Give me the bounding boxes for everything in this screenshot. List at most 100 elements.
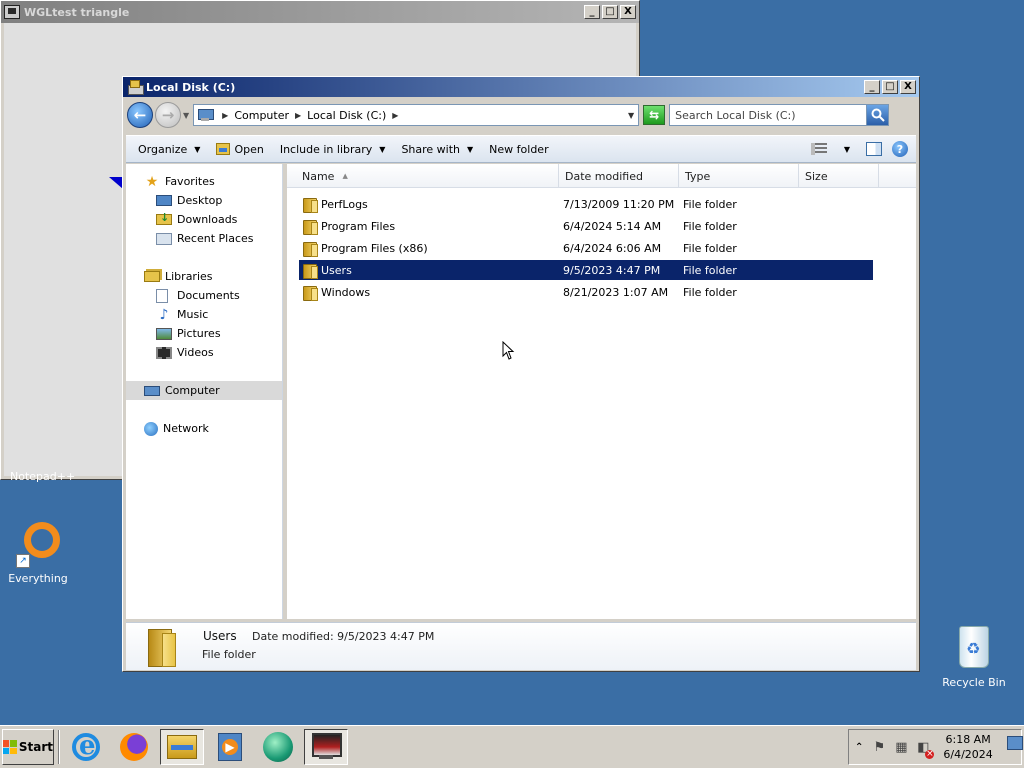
folder-icon: [303, 284, 318, 301]
sidebar-item-network[interactable]: Network: [126, 419, 282, 438]
open-label: Open: [234, 142, 264, 156]
open-button[interactable]: Open: [216, 142, 264, 156]
mouse-cursor-icon: [502, 341, 515, 360]
include-in-library-menu[interactable]: Include in library ▼: [280, 143, 386, 156]
breadcrumb-local-disk[interactable]: Local Disk (C:): [307, 109, 386, 122]
sidebar-item-computer[interactable]: Computer: [126, 381, 282, 400]
close-button[interactable]: X: [900, 80, 916, 94]
internet-explorer-icon: [72, 731, 100, 761]
breadcrumb-separator-icon[interactable]: ▶: [295, 111, 301, 120]
globe-app-icon: [263, 732, 293, 762]
sidebar-item-label: Favorites: [165, 175, 215, 188]
maximize-button[interactable]: □: [882, 80, 898, 94]
media-player-icon: [218, 733, 242, 761]
sidebar-item-desktop[interactable]: Desktop: [126, 191, 282, 210]
taskbar-globe-app[interactable]: [256, 729, 300, 765]
computer-icon: [144, 385, 160, 396]
sort-ascending-icon: ▲: [342, 172, 348, 180]
taskbar-media-player[interactable]: [208, 729, 252, 765]
column-header-type[interactable]: Type: [679, 164, 799, 188]
taskbar-windows-explorer[interactable]: [160, 729, 204, 765]
wgltest-title: WGLtest triangle: [24, 5, 130, 19]
chevron-down-icon: ▼: [194, 144, 201, 154]
maximize-button[interactable]: □: [602, 5, 618, 19]
breadcrumb-separator-icon[interactable]: ▶: [222, 111, 228, 120]
file-row[interactable]: Program Files (x86) 6/4/2024 6:06 AM Fil…: [299, 238, 873, 258]
shortcut-arrow-icon: ↗: [16, 554, 30, 568]
start-button[interactable]: Start: [2, 729, 54, 765]
network-disconnected-icon[interactable]: ◧: [915, 739, 935, 759]
file-type: File folder: [683, 219, 737, 233]
view-controls: ▼ ?: [810, 141, 916, 157]
sidebar-item-documents[interactable]: Documents: [126, 286, 282, 305]
search-icon[interactable]: [866, 105, 889, 125]
chevron-down-icon: ▼: [379, 144, 386, 154]
close-button[interactable]: X: [620, 5, 636, 19]
column-header-size[interactable]: Size: [799, 164, 879, 188]
file-row[interactable]: PerfLogs 7/13/2009 11:20 PM File folder: [299, 194, 873, 214]
sidebar-item-label: Pictures: [177, 327, 221, 340]
file-row[interactable]: Windows 8/21/2023 1:07 AM File folder: [299, 282, 873, 302]
recent-places-icon: [156, 232, 172, 245]
file-name-cell: Users: [299, 262, 560, 279]
search-input[interactable]: [670, 106, 867, 124]
organize-menu[interactable]: Organize ▼: [138, 143, 200, 156]
taskbar-wgltest[interactable]: [304, 729, 348, 765]
address-field[interactable]: ▶ Computer ▶ Local Disk (C:) ▶ ▼: [193, 104, 640, 126]
file-name-cell: PerfLogs: [299, 196, 560, 213]
refresh-button[interactable]: ⇆: [643, 105, 666, 125]
taskbar-internet-explorer[interactable]: [64, 729, 108, 765]
recent-pages-dropdown[interactable]: ▼: [183, 111, 189, 120]
app-window-icon: [4, 5, 20, 19]
address-history-dropdown[interactable]: ▼: [628, 111, 634, 120]
sidebar-item-recent-places[interactable]: Recent Places: [126, 229, 282, 248]
view-options-chevron-icon[interactable]: ▼: [844, 145, 850, 154]
file-type: File folder: [683, 285, 737, 299]
file-row-selected[interactable]: Users 9/5/2023 4:47 PM File folder: [299, 260, 873, 280]
desktop-icon-label: Recycle Bin: [942, 676, 1006, 689]
action-center-flag-icon[interactable]: ⚑: [871, 739, 887, 755]
column-header-name[interactable]: Name ▲: [287, 164, 559, 188]
show-desktop-button[interactable]: [1007, 736, 1023, 750]
share-with-menu[interactable]: Share with ▼: [401, 143, 473, 156]
folder-icon: [303, 196, 318, 213]
sidebar-item-music[interactable]: ♪ Music: [126, 305, 282, 324]
explorer-caption-buttons: _ □ X: [864, 80, 916, 94]
explorer-window[interactable]: Local Disk (C:) _ □ X ← → ▼ ▶ Computer ▶…: [122, 76, 920, 672]
large-folder-icon: [146, 627, 178, 667]
change-view-icon[interactable]: [810, 143, 827, 155]
forward-button[interactable]: →: [155, 102, 181, 128]
sidebar-item-favorites[interactable]: ★ Favorites: [126, 172, 282, 191]
desktop-icon-recycle-bin[interactable]: Recycle Bin: [940, 626, 1008, 689]
column-header-date-modified[interactable]: Date modified: [559, 164, 679, 188]
search-box[interactable]: [669, 104, 890, 126]
wgltest-titlebar[interactable]: WGLtest triangle _ □ X: [1, 1, 639, 23]
new-folder-button[interactable]: New folder: [489, 143, 548, 156]
back-button[interactable]: ←: [127, 102, 153, 128]
device-icon[interactable]: ▦: [893, 739, 909, 755]
everything-icon: [24, 522, 60, 558]
system-clock[interactable]: 6:18 AM 6/4/2024: [943, 732, 992, 762]
sidebar-item-downloads[interactable]: Downloads: [126, 210, 282, 229]
downloads-folder-icon: [156, 211, 172, 225]
desktop-icon-everything[interactable]: ↗ Everything: [6, 522, 70, 585]
preview-pane-icon[interactable]: [866, 142, 882, 156]
file-row[interactable]: Program Files 6/4/2024 5:14 AM File fold…: [299, 216, 873, 236]
sidebar-item-label: Libraries: [165, 270, 213, 283]
sidebar-item-libraries[interactable]: Libraries: [126, 267, 282, 286]
taskbar: Start ⌃ ⚑ ▦ ◧ 6:18 AM 6/4/2024: [0, 725, 1024, 768]
show-hidden-icons-button[interactable]: ⌃: [855, 742, 863, 753]
breadcrumb-computer[interactable]: Computer: [234, 109, 289, 122]
taskbar-firefox[interactable]: [112, 729, 156, 765]
file-name: PerfLogs: [321, 197, 368, 211]
file-name: Program Files (x86): [321, 241, 428, 255]
minimize-button[interactable]: _: [584, 5, 600, 19]
sidebar-item-pictures[interactable]: Pictures: [126, 324, 282, 343]
breadcrumb-separator-icon[interactable]: ▶: [392, 111, 398, 120]
film-strip-icon: [156, 346, 172, 359]
minimize-button[interactable]: _: [864, 80, 880, 94]
explorer-titlebar[interactable]: Local Disk (C:) _ □ X: [123, 77, 919, 97]
file-name-cell: Windows: [299, 284, 560, 301]
sidebar-item-videos[interactable]: Videos: [126, 343, 282, 362]
help-icon[interactable]: ?: [892, 141, 908, 157]
